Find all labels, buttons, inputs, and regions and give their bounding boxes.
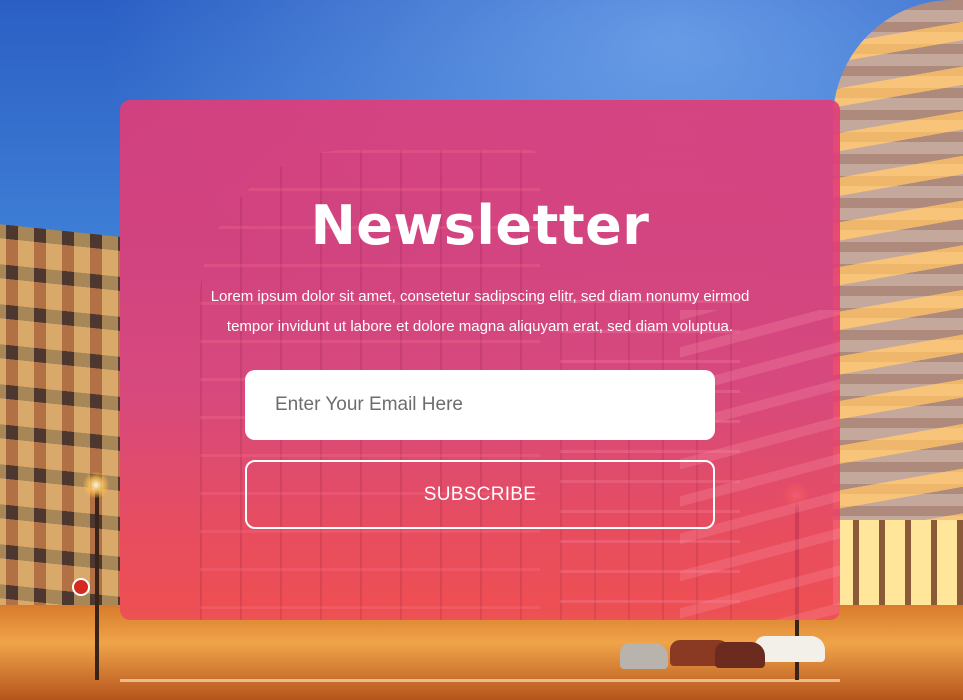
description-line-2: tempor invidunt ut labore et dolore magn… [226,318,734,335]
left-building [0,223,120,657]
car [755,636,825,662]
newsletter-title: Newsletter [310,194,650,257]
newsletter-description: Lorem ipsum dolor sit amet, consetetur s… [160,282,800,342]
lamp-light [83,472,109,498]
description-line-1: Lorem ipsum dolor sit amet, consetetur s… [210,288,750,305]
newsletter-card: Newsletter Lorem ipsum dolor sit amet, c… [120,100,840,620]
subscribe-button[interactable]: SUBSCRIBE [245,460,715,529]
car [620,643,668,669]
traffic-sign-icon [72,578,90,596]
car [715,642,765,668]
street-lamp [95,480,99,680]
email-input[interactable] [245,370,715,440]
right-curved-building [833,0,963,650]
